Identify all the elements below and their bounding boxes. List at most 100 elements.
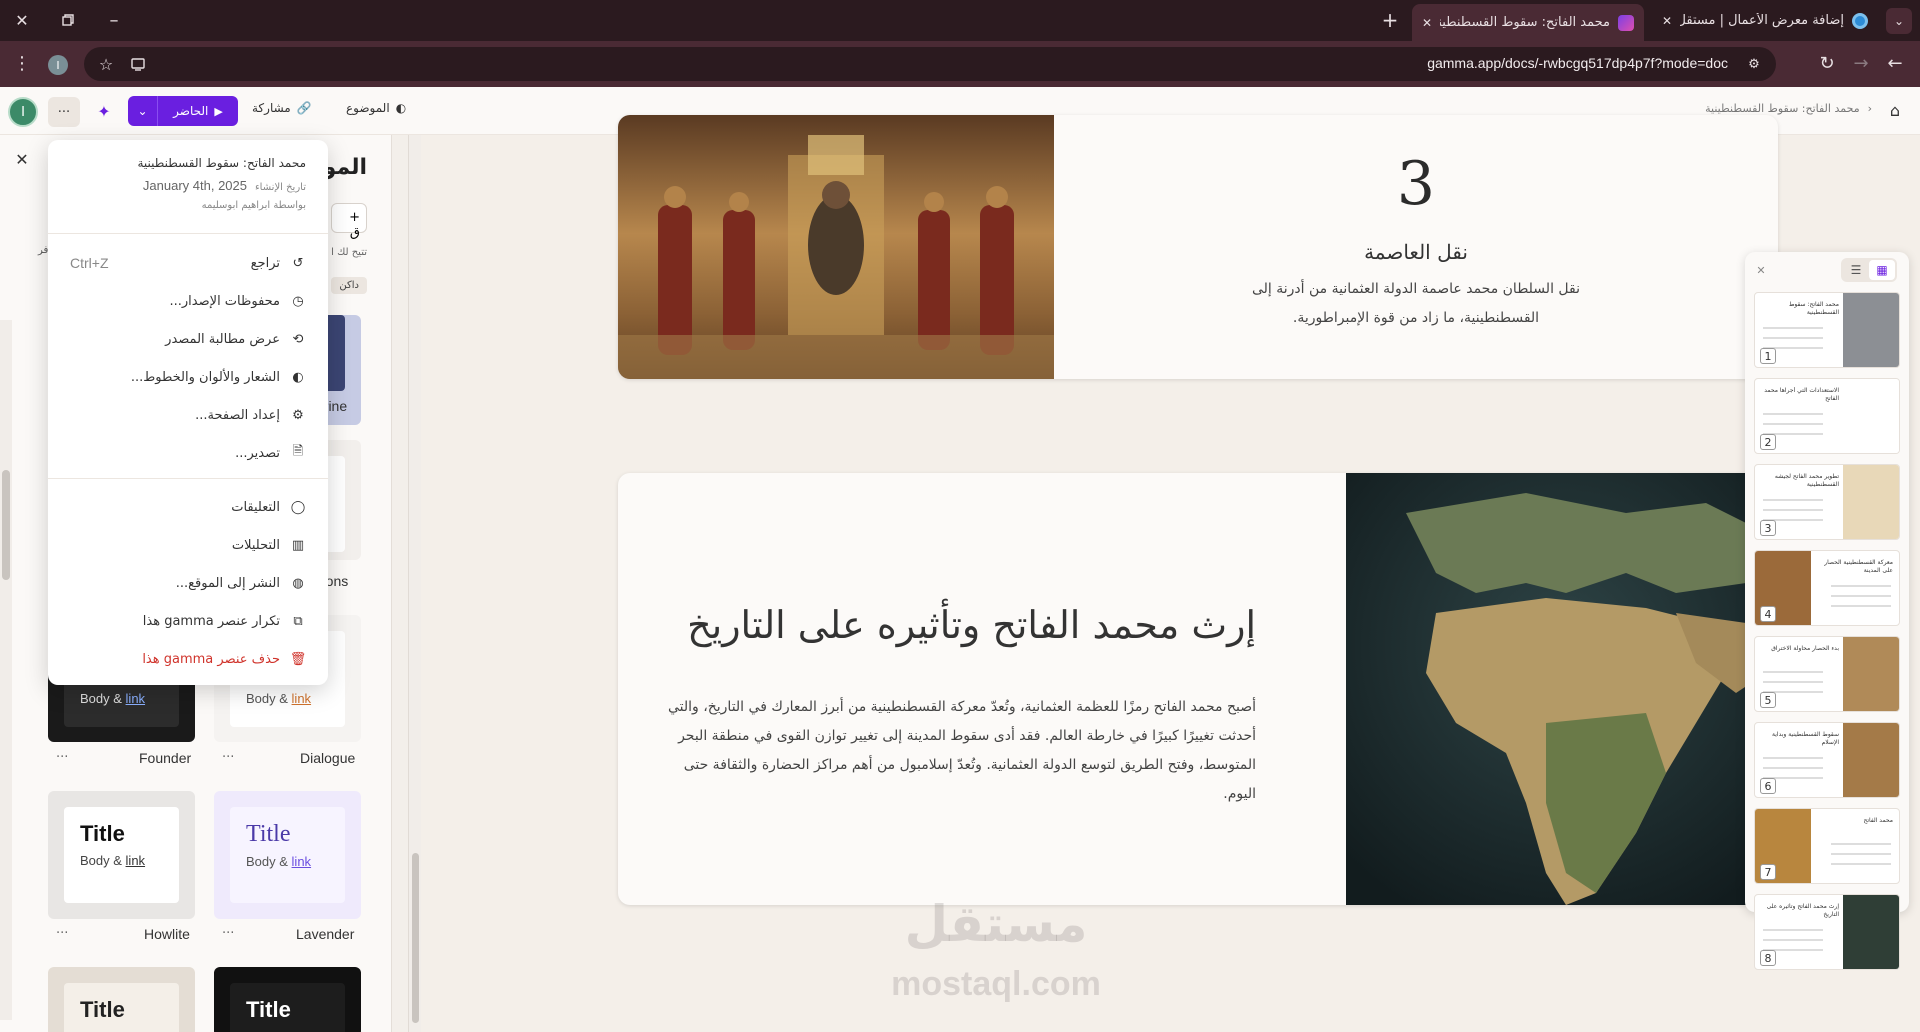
dark-filter-tag[interactable]: داكن [331,277,367,294]
thumbnail-title: الاستعدادات التي أجراها محمد الفاتح [1764,387,1839,402]
card2-heading: إرث محمد الفاتح وتأثيره على التاريخ [687,603,1256,647]
thumbnail-number: 2 [1760,434,1776,450]
breadcrumb-separator-icon: ‹ [1867,102,1872,115]
menu-item-page-setup[interactable]: ⚙ إعداد الصفحة... [70,400,306,430]
theme-options-icon[interactable]: ··· [56,926,68,941]
more-options-button[interactable]: ··· [48,97,80,127]
site-settings-icon[interactable]: ⚙ [1742,53,1766,75]
theme-name-howlite: Howlite [144,926,190,942]
card-capital-move[interactable]: 3 نقل العاصمة نقل السلطان محمد عاصمة الد… [618,115,1778,379]
thumbnail-text-line [1831,863,1891,865]
bookmark-star-icon[interactable]: ☆ [96,54,116,74]
menu-item-undo[interactable]: ↺ تراجع Ctrl+Z [70,248,306,278]
browser-menu-icon[interactable]: ⋮ [10,51,34,75]
theme-card-dark[interactable]: Title [214,967,361,1032]
theme-card-lavender[interactable]: Title Body & link [214,791,361,919]
tab-close-icon[interactable]: ✕ [1662,14,1672,28]
thumbnail-text-line [1831,853,1891,855]
slide-thumbnail[interactable]: إرث محمد الفاتح وتأثيره على التاريخ 8 [1754,894,1900,970]
new-theme-button[interactable]: + ق [331,203,367,240]
user-avatar[interactable]: I [8,97,38,127]
more-options-menu: محمد الفاتح: سقوط القسطنطينية تاريخ الإن… [48,140,328,685]
thumbnail-text-line [1831,843,1891,845]
tab-search-chevron-icon[interactable]: ⌄ [1886,8,1912,34]
thumbnail-title: سقوط القسطنطينية وبداية الإسلام [1772,731,1839,746]
tab-gamma-doc[interactable]: محمد الفاتح: سقوط القسطنطينية ✕ [1412,4,1644,41]
thumbnail-image [1843,723,1899,797]
sample-body: Body & [246,854,288,869]
theme-button[interactable]: ◐ الموضوع [346,101,406,115]
tab-close-icon[interactable]: ✕ [1422,16,1432,30]
breadcrumb-doc[interactable]: محمد الفاتح: سقوط القسطنطينية [1705,102,1859,115]
menu-item-view-prompt[interactable]: ⟲ عرض مطالبة المصدر [70,324,306,354]
menu-item-publish[interactable]: ◍ النشر إلى الموقع... [70,568,306,598]
profile-avatar[interactable]: I [48,55,68,75]
ai-sparkle-icon[interactable]: ✦ [92,99,116,123]
canvas-scroll-thumb[interactable] [412,853,419,1023]
sample-body: Body & [246,691,288,706]
copy-icon: ⧉ [293,613,303,629]
slide-thumbnail[interactable]: تطوير محمد الفاتح لجيشه القسطنطينية 3 [1754,464,1900,540]
menu-item-analytics[interactable]: ▥ التحليلات [70,530,306,560]
omnibox[interactable]: I ☆ gamma.app/docs/-rwbcgq517dp4p7f?mode… [48,47,1776,81]
tab-mostaql[interactable]: إضافة معرض الأعمال | مستقل ✕ [1652,6,1878,35]
thumbnail-number: 3 [1760,520,1776,536]
africa-map-image [1346,473,1778,905]
thumbnail-image [1843,379,1899,453]
thumbnail-title: تطوير محمد الفاتح لجيشه القسطنطينية [1774,473,1839,488]
theme-label: الموضوع [346,101,390,115]
window-minimize-icon[interactable]: – [100,6,128,34]
thumbnail-number: 8 [1760,950,1776,966]
forward-icon[interactable]: → [1848,50,1874,76]
theme-card-howlite[interactable]: Title Body & link [48,791,195,919]
theme-list-scroll-thumb[interactable] [2,470,10,580]
canvas-scrollbar[interactable] [408,135,421,1032]
theme-card-stone[interactable]: Title [48,967,195,1032]
theme-list-scrollbar[interactable] [0,320,12,1020]
present-button[interactable]: ⌄ ▶ الحاضر [128,96,238,126]
card2-text: إرث محمد الفاتح وتأثيره على التاريخ أصبح… [618,473,1346,905]
slide-thumbnail[interactable]: محمد الفاتح 7 [1754,808,1900,884]
slide-thumbnail[interactable]: سقوط القسطنطينية وبداية الإسلام 6 [1754,722,1900,798]
menu-item-delete[interactable]: 🗑 حذف عنصر gamma هذا [70,644,306,674]
list-view-icon[interactable]: ☰ [1843,260,1869,280]
back-icon[interactable]: ← [1882,50,1908,76]
sample-title: Title [246,821,291,847]
thumbnail-text-line [1763,939,1823,941]
thumbnail-number: 7 [1760,864,1776,880]
slide-thumbnail[interactable]: بدء الحصار محاولة الاختراق 5 [1754,636,1900,712]
theme-options-icon[interactable]: ··· [222,750,234,765]
menu-item-label: التعليقات [231,499,280,515]
theme-hint: تتيح لك ا [331,247,367,258]
new-tab-button[interactable]: + [1376,6,1404,34]
menu-item-label: عرض مطالبة المصدر [165,331,280,347]
share-button[interactable]: 🔗 مشاركة [252,101,312,115]
theme-options-icon[interactable]: ··· [56,750,68,765]
window-close-icon[interactable]: ✕ [8,6,36,34]
menu-item-export[interactable]: 🗎 تصدير... [70,438,306,468]
thumbnails-close-icon[interactable]: ✕ [1751,260,1771,280]
home-icon[interactable]: ⌂ [1884,99,1906,121]
install-app-icon[interactable] [130,56,146,72]
slide-thumbnail[interactable]: محمد الفاتح: سقوط القسطنطينية 1 [1754,292,1900,368]
grid-view-icon[interactable]: ▦ [1869,260,1895,280]
card-legacy[interactable]: إرث محمد الفاتح وتأثيره على التاريخ أصبح… [618,473,1778,905]
palette-icon: ◐ [395,101,407,115]
menu-item-comments[interactable]: ◯ التعليقات [70,492,306,522]
sample-link: link [291,854,312,869]
theme-options-icon[interactable]: ··· [222,926,234,941]
step-number: 3 [1396,149,1436,219]
thumbnail-view-toggle[interactable]: ☰ ▦ [1841,258,1897,282]
window-restore-icon[interactable] [54,6,82,34]
menu-item-version-history[interactable]: ◷ محفوظات الإصدار... [70,286,306,316]
menu-item-duplicate[interactable]: ⧉ تكرار عنصر gamma هذا [70,606,306,636]
present-dropdown-chevron-icon[interactable]: ⌄ [128,96,158,126]
slide-thumbnails-panel: ✕ ☰ ▦ محمد الفاتح: سقوط القسطنطينية 1 الاس… [1745,252,1909,970]
slide-thumbnail[interactable]: معركة القسطنطينية الحصار على المدينة 4 [1754,550,1900,626]
reload-icon[interactable]: ↻ [1814,50,1840,76]
theme-name-founder: Founder [139,750,192,766]
gear-icon: ⚙ [292,407,304,423]
slide-thumbnail[interactable]: الاستعدادات التي أجراها محمد الفاتح 2 [1754,378,1900,454]
panel-close-icon[interactable]: ✕ [10,147,34,171]
menu-item-brand[interactable]: ◐ الشعار والألوان والخطوط... [70,362,306,392]
